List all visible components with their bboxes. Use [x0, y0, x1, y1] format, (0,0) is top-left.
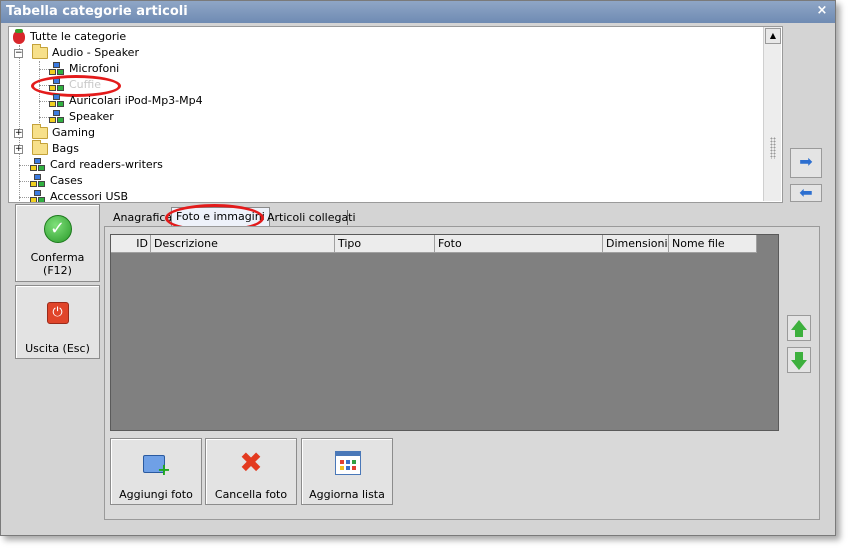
- delete-photo-button[interactable]: ✖ Cancella foto: [205, 438, 297, 505]
- cubes-icon: [49, 94, 65, 108]
- tree-item-label: Speaker: [69, 110, 114, 123]
- move-down-button[interactable]: [787, 347, 811, 373]
- expand-icon[interactable]: +: [14, 145, 23, 154]
- column-id[interactable]: ID: [111, 235, 151, 253]
- exit-label: Uscita (Esc): [25, 342, 90, 355]
- grid-header: ID Descrizione Tipo Foto Dimensioni Nome…: [111, 235, 757, 253]
- close-icon[interactable]: ×: [815, 4, 829, 18]
- power-icon: ⏻: [46, 302, 69, 324]
- tree-scrollbar[interactable]: ▲: [763, 27, 781, 201]
- scroll-grip[interactable]: [770, 137, 776, 159]
- window-title: Tabella categorie articoli: [6, 4, 188, 19]
- add-photo-button[interactable]: + Aggiungi foto: [110, 438, 202, 505]
- column-dimensioni[interactable]: Dimensioni: [603, 235, 669, 253]
- window-list-icon: [332, 449, 362, 477]
- refresh-list-label: Aggiorna lista: [309, 488, 385, 501]
- check-icon: ✓: [43, 215, 72, 243]
- refresh-list-button[interactable]: Aggiorna lista: [301, 438, 393, 505]
- collapse-icon[interactable]: −: [14, 49, 23, 58]
- tree-item-label: Bags: [52, 142, 80, 155]
- cubes-icon: [30, 174, 46, 188]
- folder-icon: [32, 44, 48, 59]
- delete-photo-label: Cancella foto: [214, 488, 288, 501]
- tree-item-label: Cases: [50, 174, 83, 187]
- cubes-icon: [49, 110, 65, 124]
- add-photo-label: Aggiungi foto: [119, 488, 193, 501]
- folder-icon: [32, 140, 48, 155]
- strawberry-icon: [13, 29, 25, 44]
- tree-item-label: Card readers-writers: [50, 158, 163, 171]
- tab-divider: [347, 210, 348, 225]
- expand-icon[interactable]: +: [14, 129, 23, 138]
- move-left-arrow-icon[interactable]: ⬅: [790, 184, 822, 202]
- confirm-shortcut: (F12): [43, 264, 72, 277]
- tree-item-label: Tutte le categorie: [30, 30, 127, 43]
- folder-icon: [32, 124, 48, 139]
- tree-item-label: Audio - Speaker: [52, 46, 139, 59]
- column-nome-file[interactable]: Nome file: [669, 235, 757, 253]
- cubes-icon: [30, 158, 46, 172]
- tree-item-label: Auricolari iPod-Mp3-Mp4: [69, 94, 203, 107]
- cubes-icon: [49, 62, 65, 76]
- column-foto[interactable]: Foto: [435, 235, 603, 253]
- column-tipo[interactable]: Tipo: [335, 235, 435, 253]
- photo-grid[interactable]: ID Descrizione Tipo Foto Dimensioni Nome…: [110, 234, 779, 431]
- add-photo-icon: +: [141, 449, 171, 478]
- cubes-icon: [30, 190, 46, 202]
- scroll-up-icon[interactable]: ▲: [765, 28, 781, 44]
- column-descrizione[interactable]: Descrizione: [151, 235, 335, 253]
- delete-x-icon: ✖: [239, 446, 263, 479]
- title-bar: Tabella categorie articoli: [1, 1, 835, 23]
- move-right-arrow-icon[interactable]: ➡: [790, 148, 822, 178]
- confirm-button[interactable]: ✓ Conferma (F12): [15, 204, 100, 282]
- tree-item-label: Accessori USB: [50, 190, 129, 203]
- exit-button[interactable]: ⏻ Uscita (Esc): [15, 285, 100, 359]
- tree-item-label: Gaming: [52, 126, 95, 139]
- category-tree[interactable]: Tutte le categorie − Audio - Speaker Mic…: [8, 26, 783, 203]
- confirm-label: Conferma: [30, 251, 85, 264]
- main-window: Tabella categorie articoli × Tutte le ca…: [0, 0, 836, 536]
- tree-guide-line: [19, 45, 20, 202]
- move-up-button[interactable]: [787, 315, 811, 341]
